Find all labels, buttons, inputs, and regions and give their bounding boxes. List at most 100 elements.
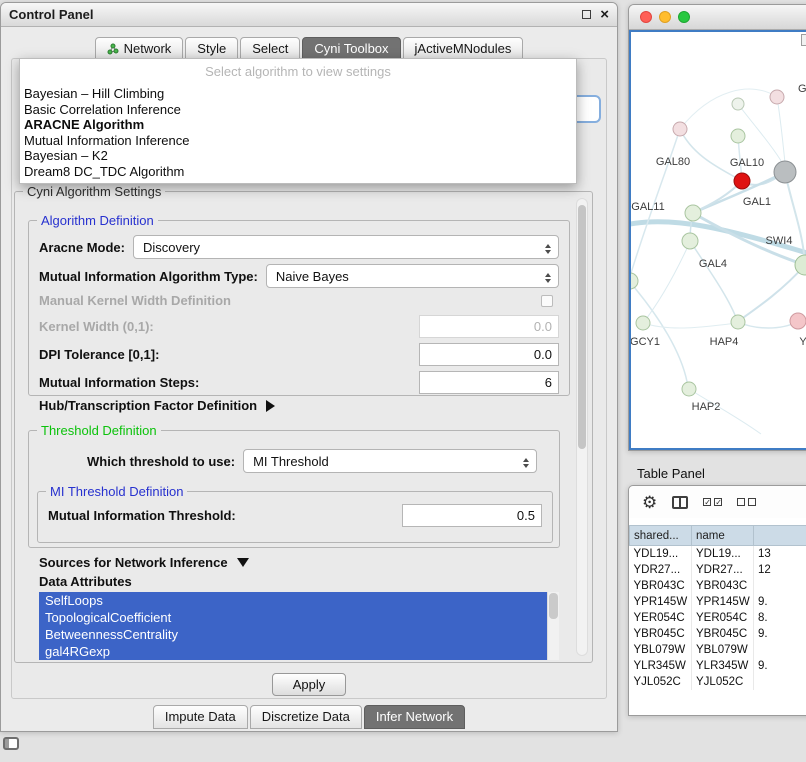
table-row[interactable]: YDR27...YDR27...12 (630, 562, 806, 578)
algorithm-option[interactable]: Bayesian – K2 (20, 148, 576, 164)
algorithm-option[interactable]: Bayesian – Hill Climbing (20, 86, 576, 102)
dpi-tolerance-input[interactable] (419, 343, 559, 366)
group-title: Cyni Algorithm Settings (23, 184, 165, 199)
column-header[interactable]: shared... (630, 526, 692, 546)
network-node[interactable] (790, 313, 806, 329)
data-attribute-item[interactable]: BetweennessCentrality (39, 626, 547, 643)
attributes-scrollbar[interactable] (547, 592, 559, 660)
network-node[interactable] (631, 273, 638, 289)
column-header[interactable] (754, 526, 806, 546)
network-node[interactable] (685, 205, 701, 221)
mi-type-select[interactable]: Naive Bayes (266, 264, 559, 288)
panel-restore-icon[interactable] (3, 737, 19, 750)
network-node[interactable] (731, 315, 745, 329)
table-cell: YBR045C (692, 626, 754, 642)
algorithm-option[interactable]: ARACNE Algorithm (20, 117, 576, 133)
scrollbar-thumb[interactable] (578, 205, 586, 449)
network-node[interactable] (673, 122, 687, 136)
algorithm-option[interactable]: Dream8 DC_TDC Algorithm (20, 164, 576, 180)
gear-icon[interactable]: ⚙ (642, 494, 657, 511)
table-cell (754, 642, 806, 658)
data-attributes-list[interactable]: SelfLoopsTopologicalCoefficientBetweenne… (39, 592, 559, 660)
manual-kernel-label: Manual Kernel Width Definition (39, 293, 231, 308)
mi-steps-input[interactable] (419, 371, 559, 394)
hub-definition-label: Hub/Transcription Factor Definition (39, 398, 257, 413)
zoom-traffic-light[interactable] (678, 11, 690, 23)
table-row[interactable]: YER054CYER054C8. (630, 610, 806, 626)
network-node[interactable] (732, 98, 744, 110)
combo-arrows-icon (545, 241, 551, 257)
minimize-traffic-light[interactable] (659, 11, 671, 23)
deselect-all-icon[interactable] (737, 498, 756, 506)
network-node[interactable] (682, 233, 698, 249)
tab-impute-data[interactable]: Impute Data (153, 705, 248, 729)
data-attribute-item[interactable]: TopologicalCoefficient (39, 609, 547, 626)
combo-arrows-icon (523, 455, 529, 471)
algorithm-option[interactable]: Basic Correlation Inference (20, 102, 576, 118)
network-node[interactable] (795, 255, 806, 275)
manual-kernel-checkbox[interactable] (541, 295, 553, 307)
tab-label: jActiveMNodules (415, 41, 512, 56)
network-node[interactable] (734, 173, 750, 189)
data-attributes-label: Data Attributes (39, 574, 132, 589)
node-attribute-table: shared...name YDL19...YDL19...13YDR27...… (629, 525, 806, 690)
network-canvas[interactable]: GALGAL80GAL10GAL11GAL1SWI4GAL4GCY1HAP4YH… (629, 30, 806, 450)
table-cell: 12 (754, 562, 806, 578)
aracne-mode-select[interactable]: Discovery (133, 235, 559, 259)
table-cell: YJL052C (692, 674, 754, 690)
window-title: Control Panel (9, 7, 94, 22)
close-traffic-light[interactable] (640, 11, 652, 23)
which-threshold-label: Which threshold to use: (87, 454, 235, 469)
table-cell: YDL19... (692, 546, 754, 562)
network-graph[interactable]: GALGAL80GAL10GAL11GAL1SWI4GAL4GCY1HAP4YH… (631, 32, 806, 450)
kernel-width-input[interactable] (419, 315, 559, 338)
node-label: GAL80 (656, 156, 690, 168)
node-label: GCY1 (631, 336, 660, 348)
mi-threshold-input[interactable] (402, 504, 542, 527)
tab-discretize-data[interactable]: Discretize Data (250, 705, 362, 729)
table-row[interactable]: YBR043CYBR043C (630, 578, 806, 594)
data-attribute-item[interactable]: gal4RGexp (39, 643, 547, 660)
combo-arrows-icon (545, 270, 551, 286)
apply-button[interactable]: Apply (272, 673, 347, 696)
network-node[interactable] (682, 382, 696, 396)
tab-label: Impute Data (165, 709, 236, 724)
tab-label: Infer Network (376, 709, 453, 724)
column-header[interactable]: name (692, 526, 754, 546)
table-cell: YBL079W (692, 642, 754, 658)
network-node[interactable] (636, 316, 650, 330)
data-attribute-item[interactable]: SelfLoops (39, 592, 547, 609)
settings-scrollbar[interactable] (576, 198, 588, 656)
network-node[interactable] (731, 129, 745, 143)
sources-disclosure[interactable]: Sources for Network Inference (39, 552, 249, 573)
table-cell: 8. (754, 610, 806, 626)
columns-icon[interactable] (672, 496, 688, 509)
network-node[interactable] (770, 90, 784, 104)
table-cell: 13 (754, 546, 806, 562)
tab-infer-network[interactable]: Infer Network (364, 705, 465, 729)
birdseye-toggle[interactable] (801, 34, 806, 46)
table-row[interactable]: YLR345WYLR345W9. (630, 658, 806, 674)
tab-label: Select (252, 41, 288, 56)
select-all-icon[interactable]: ✓✓ (703, 498, 722, 506)
node-label: GAL4 (699, 258, 727, 270)
control-panel-titlebar[interactable]: Control Panel × (1, 3, 617, 27)
table-row[interactable]: YDL19...YDL19...13 (630, 546, 806, 562)
network-window-titlebar[interactable] (629, 5, 806, 30)
algorithm-option[interactable]: Mutual Information Inference (20, 133, 576, 149)
table-cell: YJL052C (630, 674, 692, 690)
table-cell: 9. (754, 626, 806, 642)
kernel-width-label: Kernel Width (0,1): (39, 319, 154, 334)
table-row[interactable]: YPR145WYPR145W9. (630, 594, 806, 610)
table-cell (754, 674, 806, 690)
close-icon[interactable]: × (600, 10, 609, 20)
table-row[interactable]: YBR045CYBR045C9. (630, 626, 806, 642)
threshold-select[interactable]: MI Threshold (243, 449, 537, 473)
table-row[interactable]: YJL052CYJL052C (630, 674, 806, 690)
hub-definition-disclosure[interactable]: Hub/Transcription Factor Definition (39, 398, 281, 413)
scrollbar-thumb[interactable] (549, 593, 558, 619)
algorithm-definition-group: Algorithm Definition Aracne Mode: Discov… (28, 220, 570, 396)
table-row[interactable]: YBL079WYBL079W (630, 642, 806, 658)
float-window-button[interactable] (582, 10, 591, 19)
network-node[interactable] (774, 161, 796, 183)
